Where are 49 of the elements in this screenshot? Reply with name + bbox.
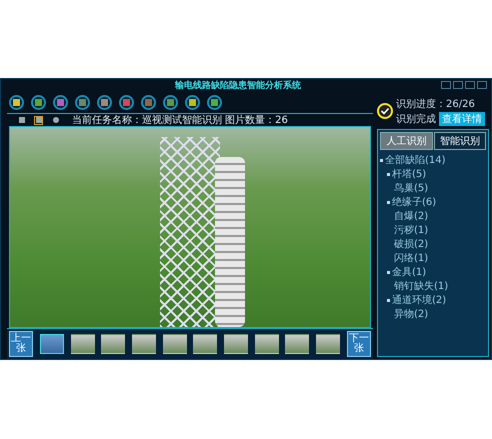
expand-toggle[interactable] xyxy=(387,298,390,302)
tree-item[interactable]: 异物(2) xyxy=(394,307,428,321)
toolbar-button[interactable] xyxy=(97,94,112,110)
thumbnail[interactable] xyxy=(224,334,248,354)
thumbnail[interactable] xyxy=(132,334,156,354)
progress-status: 识别完成 xyxy=(396,112,436,126)
thumbnail[interactable] xyxy=(285,334,310,354)
tree-item[interactable]: 金具(1) xyxy=(392,265,426,279)
thumbnail[interactable] xyxy=(193,334,218,354)
tree-item[interactable]: 闪络(1) xyxy=(394,251,428,265)
window-title: 输电线路缺陷隐患智能分析系统 xyxy=(174,79,302,92)
view-mode-button[interactable] xyxy=(17,116,26,124)
thumbnail[interactable] xyxy=(70,334,95,354)
tree-item[interactable]: 破损(2) xyxy=(394,237,428,251)
tree-item[interactable]: 销钉缺失(1) xyxy=(394,279,448,293)
task-info: 当前任务名称：巡视测试智能识别 图片数量：26 xyxy=(72,114,288,127)
tree-item[interactable]: 绝缘子(6) xyxy=(392,195,436,209)
thumbnail[interactable] xyxy=(162,334,187,354)
expand-toggle[interactable] xyxy=(380,158,383,162)
thumbnail[interactable] xyxy=(254,334,279,354)
thumbnail[interactable] xyxy=(316,334,340,354)
tree-item[interactable]: 通道环境(2) xyxy=(392,293,446,307)
progress-label: 识别进度：26/26 xyxy=(396,98,475,110)
panel-tab[interactable]: 智能识别 xyxy=(434,132,486,150)
expand-toggle[interactable] xyxy=(387,172,390,176)
toolbar-button[interactable] xyxy=(31,94,46,110)
thumbnail[interactable] xyxy=(101,334,126,354)
tree-item[interactable]: 自爆(2) xyxy=(394,209,428,223)
toolbar-button[interactable] xyxy=(163,94,178,110)
toolbar-button[interactable] xyxy=(141,94,156,110)
expand-toggle[interactable] xyxy=(387,270,390,274)
tree-item[interactable]: 杆塔(5) xyxy=(392,167,426,181)
toolbar-button[interactable] xyxy=(9,94,24,110)
tree-item[interactable]: 污秽(1) xyxy=(394,223,428,237)
view-mode-button[interactable] xyxy=(34,116,43,124)
toolbar-button[interactable] xyxy=(119,94,134,110)
next-button[interactable]: 下一张 xyxy=(347,331,371,357)
thumbnail[interactable] xyxy=(40,334,64,354)
expand-toggle[interactable] xyxy=(387,200,390,204)
toolbar-button[interactable] xyxy=(185,94,200,110)
tree-item[interactable]: 全部缺陷(14) xyxy=(385,153,446,167)
check-icon xyxy=(377,103,393,119)
toolbar-button[interactable] xyxy=(75,94,90,110)
view-mode-button[interactable] xyxy=(51,116,60,124)
toolbar-button[interactable] xyxy=(207,94,222,110)
tree-item[interactable]: 鸟巢(5) xyxy=(394,181,428,195)
toolbar-button[interactable] xyxy=(53,94,68,110)
panel-tab[interactable]: 人工识别 xyxy=(380,132,432,150)
prev-button[interactable]: 上一张 xyxy=(9,331,33,357)
